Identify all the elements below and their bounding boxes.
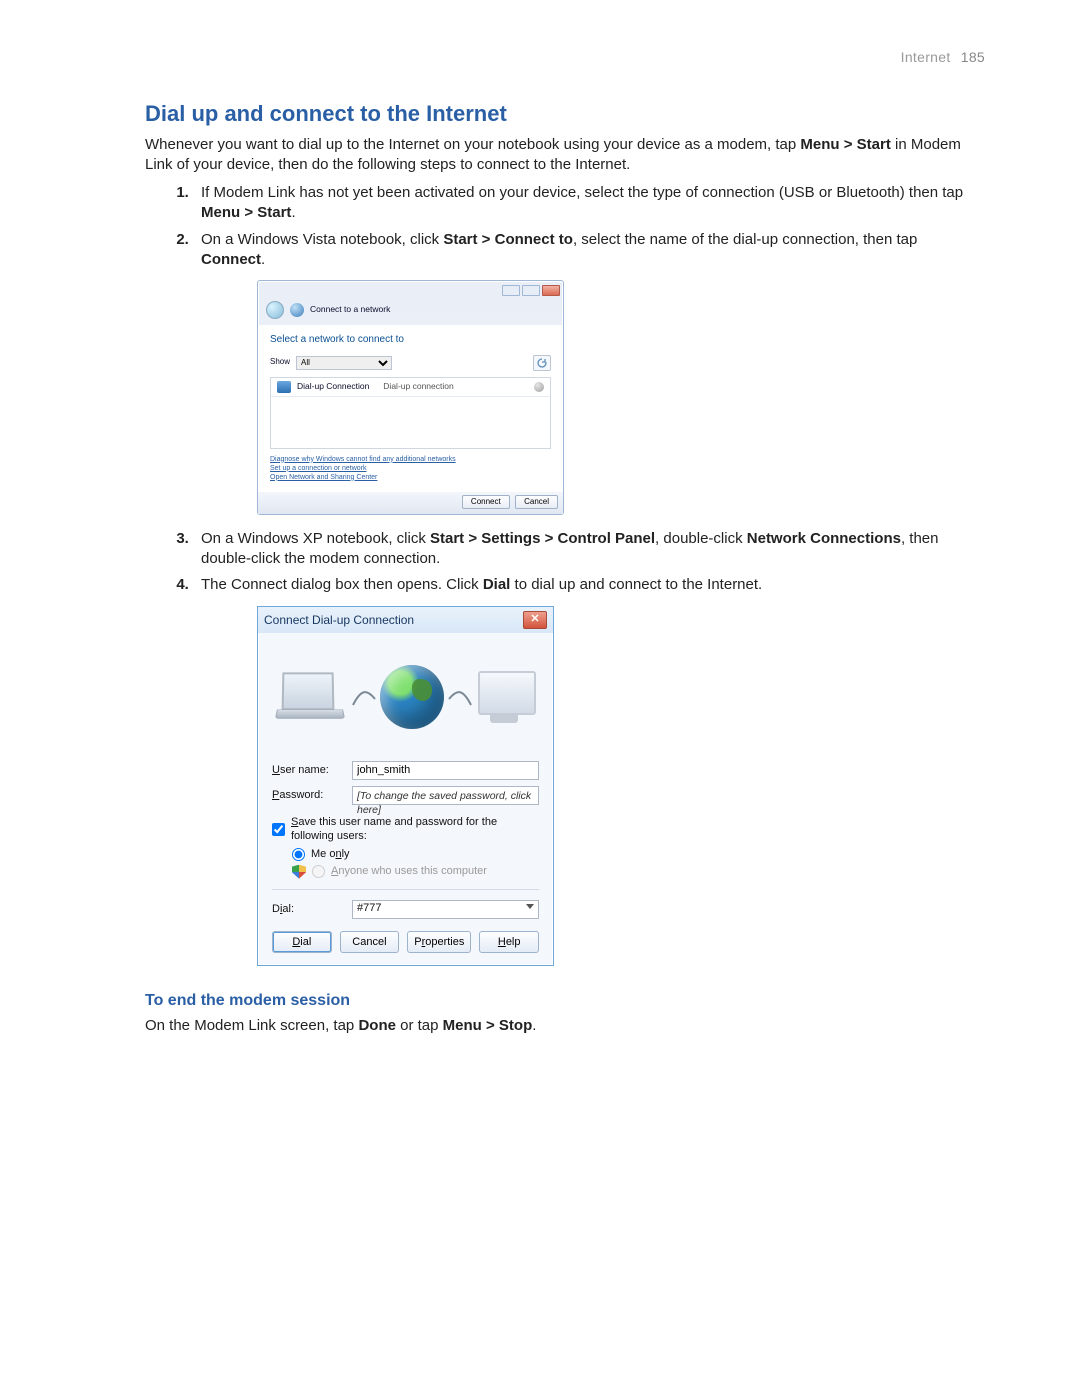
figure-xp-connect: Connect Dial-up Connection ✕ — [257, 606, 985, 966]
step-1: If Modem Link has not yet been activated… — [193, 183, 985, 224]
connection-type: Dial-up connection — [383, 381, 453, 392]
chevron-down-icon — [526, 904, 534, 909]
close-button[interactable] — [542, 285, 560, 296]
step-2: On a Windows Vista notebook, click Start… — [193, 230, 985, 515]
vista-window-title: Connect to a network — [310, 304, 390, 315]
connection-illustration — [272, 645, 539, 749]
open-network-center-link[interactable]: Open Network and Sharing Center — [270, 473, 551, 482]
cancel-button[interactable]: Cancel — [515, 495, 558, 509]
laptop-icon — [276, 672, 348, 722]
figure-vista-connect: Connect to a network Select a network to… — [257, 280, 985, 515]
username-label: User name: — [272, 763, 342, 778]
password-input[interactable]: [To change the saved password, click her… — [352, 786, 539, 805]
dial-button[interactable]: Dial — [272, 931, 332, 953]
anyone-radio — [312, 865, 325, 878]
cancel-button[interactable]: Cancel — [340, 931, 400, 953]
close-icon[interactable]: ✕ — [523, 611, 547, 629]
intro-paragraph: Whenever you want to dial up to the Inte… — [145, 135, 985, 176]
vista-prompt: Select a network to connect to — [270, 333, 551, 347]
dial-select[interactable]: #777 — [352, 900, 539, 919]
section-name: Internet — [901, 49, 951, 65]
end-session-paragraph: On the Modem Link screen, tap Done or ta… — [145, 1016, 985, 1036]
password-label: Password: — [272, 788, 342, 803]
connect-button[interactable]: Connect — [462, 495, 510, 509]
page-number: 185 — [961, 49, 985, 65]
cable-icon — [351, 687, 377, 707]
shield-icon — [292, 865, 306, 879]
save-credentials-checkbox[interactable] — [272, 823, 285, 836]
dialog-title: Connect Dial-up Connection — [264, 612, 414, 628]
dial-label: Dial: — [272, 902, 342, 917]
setup-connection-link[interactable]: Set up a connection or network — [270, 464, 551, 473]
end-session-heading: To end the modem session — [145, 990, 985, 1012]
running-header: Internet 185 — [145, 48, 985, 67]
show-label: Show — [270, 357, 290, 368]
modem-icon — [534, 382, 544, 392]
xp-connect-dialog: Connect Dial-up Connection ✕ — [257, 606, 554, 966]
connection-list[interactable]: Dial-up Connection Dial-up connection — [270, 377, 551, 449]
connection-name: Dial-up Connection — [297, 381, 369, 392]
vista-titlebar — [258, 281, 563, 297]
globe-icon — [380, 665, 444, 729]
refresh-icon[interactable] — [533, 355, 551, 371]
step-4: The Connect dialog box then opens. Click… — [193, 575, 985, 966]
monitor-icon — [476, 671, 536, 723]
properties-button[interactable]: Properties — [407, 931, 471, 953]
show-filter-select[interactable]: All — [296, 356, 392, 370]
me-only-label: Me only — [311, 847, 350, 862]
minimize-button[interactable] — [502, 285, 520, 296]
maximize-button[interactable] — [522, 285, 540, 296]
cable-icon — [447, 687, 473, 707]
step-3: On a Windows XP notebook, click Start > … — [193, 529, 985, 570]
connection-icon — [277, 381, 291, 393]
username-input[interactable] — [352, 761, 539, 780]
list-item[interactable]: Dial-up Connection Dial-up connection — [271, 378, 550, 397]
back-icon[interactable] — [266, 301, 284, 319]
diagnose-link[interactable]: Diagnose why Windows cannot find any add… — [270, 455, 551, 464]
help-button[interactable]: Help — [479, 931, 539, 953]
anyone-label: Anyone who uses this computer — [331, 864, 487, 879]
save-credentials-label: Save this user name and password for the… — [291, 815, 539, 845]
globe-icon — [290, 303, 304, 317]
vista-window: Connect to a network Select a network to… — [257, 280, 564, 515]
me-only-radio[interactable] — [292, 848, 305, 861]
page-title: Dial up and connect to the Internet — [145, 99, 985, 129]
